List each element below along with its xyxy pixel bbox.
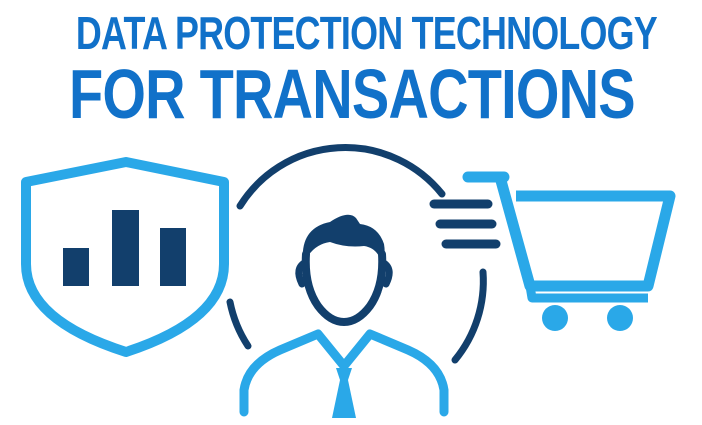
cart-wheel-left <box>542 305 568 331</box>
person-tie <box>332 368 356 418</box>
circle-ring-right <box>451 268 487 364</box>
person-hair <box>302 214 385 264</box>
person-icon <box>239 214 449 418</box>
shield-with-bar-chart-icon <box>21 157 229 357</box>
cart-wheel-right <box>607 305 633 331</box>
circle-ring-left <box>226 298 252 350</box>
shopping-cart-icon <box>429 171 676 331</box>
circle-ring <box>236 144 446 210</box>
illustration <box>21 144 676 418</box>
person-face <box>301 250 387 327</box>
chart-bar-1 <box>63 248 89 286</box>
cart-basket <box>494 175 676 292</box>
chart-bar-3 <box>160 228 186 286</box>
chart-bar-2 <box>112 210 139 286</box>
